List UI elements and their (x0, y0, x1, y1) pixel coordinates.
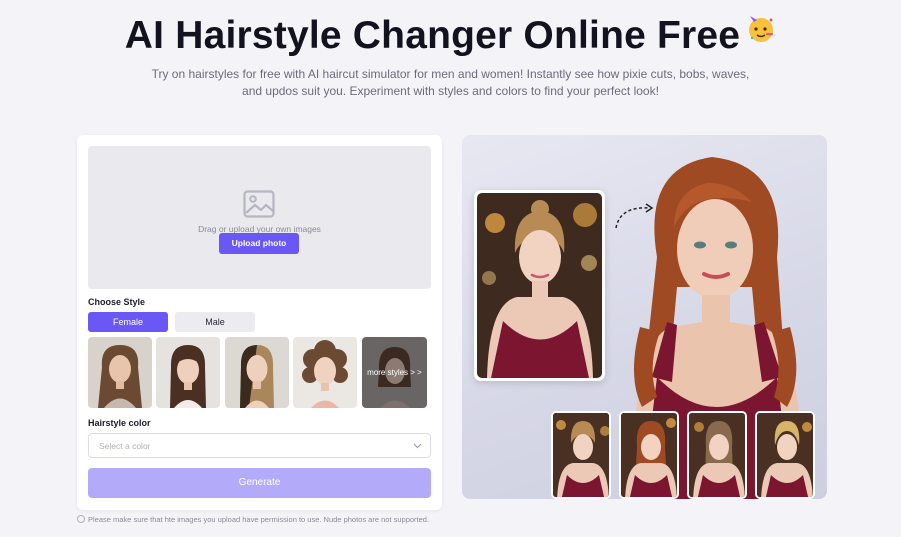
info-icon (77, 515, 85, 523)
before-portrait-image (477, 193, 602, 378)
disclaimer: Please make sure that hte images you upl… (77, 515, 429, 524)
upload-dropzone[interactable]: Drag or upload your own images Upload ph… (88, 146, 431, 289)
color-select-placeholder: Select a color (99, 441, 151, 451)
tab-female[interactable]: Female (88, 312, 168, 332)
result-thumbnail-2[interactable] (619, 411, 679, 499)
more-styles-button[interactable]: more styles > > (362, 337, 427, 408)
page-subtitle: Try on hairstyles for free with AI hairc… (151, 67, 750, 98)
result-thumbnail-4[interactable] (755, 411, 815, 499)
generator-panel: Drag or upload your own images Upload ph… (77, 135, 442, 510)
style-thumbnail-bangs[interactable] (156, 337, 220, 408)
choose-style-label: Choose Style (88, 297, 146, 307)
result-thumbnail-1[interactable] (551, 411, 611, 499)
before-portrait-card (474, 190, 605, 381)
style-thumbnail-curly-bob[interactable] (293, 337, 357, 408)
image-icon (243, 190, 275, 218)
result-thumbnail-3[interactable] (687, 411, 747, 499)
disclaimer-text: Please make sure that hte images you upl… (88, 515, 430, 524)
hairstyle-color-label: Hairstyle color (88, 418, 151, 428)
preview-showcase (462, 135, 827, 499)
page-title-text: AI Hairstyle Changer Online Free (124, 14, 741, 57)
more-styles-label: more styles > > (367, 368, 422, 377)
chevron-down-icon (413, 443, 422, 449)
hairstyle-color-select[interactable]: Select a color (88, 433, 431, 458)
party-face-icon (746, 10, 776, 42)
generate-button[interactable]: Generate (88, 468, 431, 498)
page-title: AI Hairstyle Changer Online Free (0, 10, 901, 58)
curved-arrow-icon (615, 203, 654, 229)
upload-photo-button[interactable]: Upload photo (219, 233, 299, 254)
style-thumbnail-long-straight[interactable] (225, 337, 289, 408)
style-thumbnail-long-wavy[interactable] (88, 337, 152, 408)
tab-male[interactable]: Male (175, 312, 255, 332)
